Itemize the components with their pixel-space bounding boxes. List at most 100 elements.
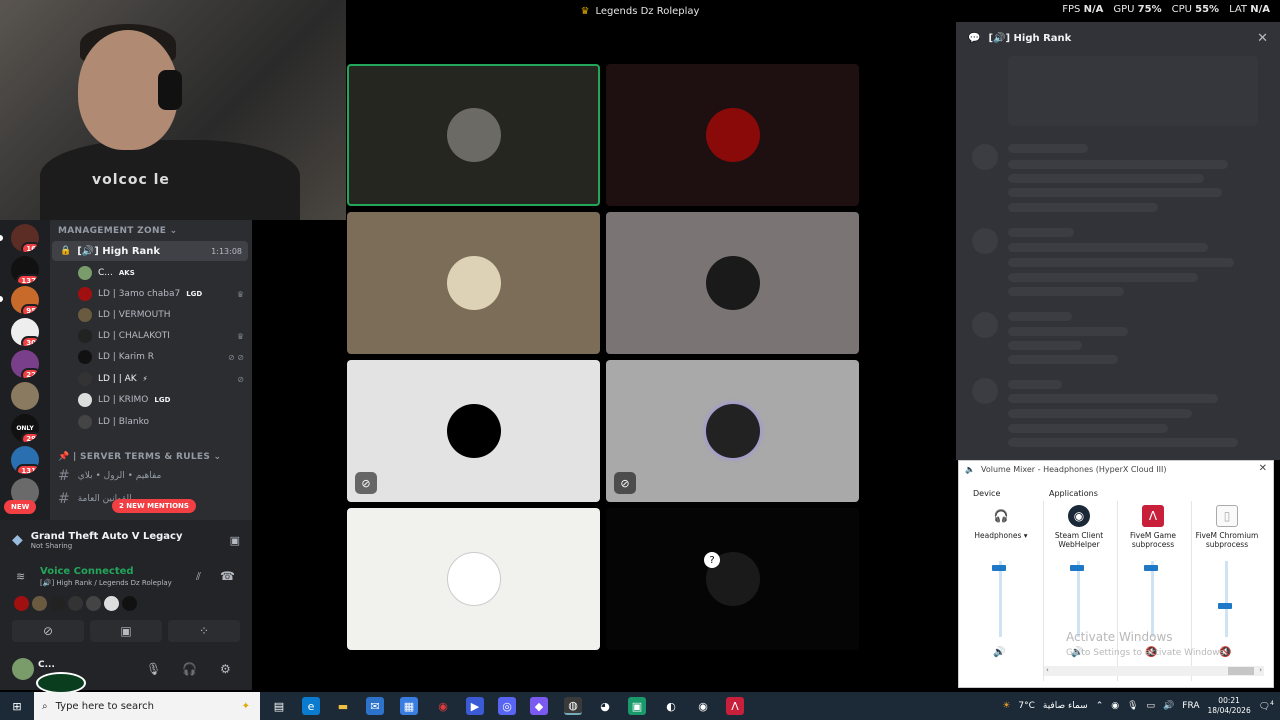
server-icon[interactable]: ONLY 29 — [11, 414, 39, 442]
participant-tile[interactable] — [347, 508, 600, 650]
chat-title: [🔊] High Rank — [988, 32, 1072, 44]
muted-icon: ⊘ — [237, 374, 244, 384]
voice-member[interactable]: LD | | AK ⚡ ⊘ — [78, 370, 244, 388]
task-view-icon[interactable]: ▤ — [270, 697, 288, 715]
windows-taskbar: ⊞ ⌕ Type here to search ✦ ▤ e ▬ ✉ ▦ ◉ ▶ ◎ … — [0, 692, 1280, 720]
category-header[interactable]: MANAGEMENT ZONE ⌄ — [58, 226, 178, 236]
avatar — [705, 108, 760, 162]
crown-icon: ♛ — [236, 331, 244, 341]
fps-stat: FPS N/A — [1062, 4, 1104, 15]
chrome-icon[interactable]: ◍ — [564, 697, 582, 715]
participant-tile[interactable]: ⊘ — [347, 360, 600, 502]
category-header[interactable]: 📌 | SERVER TERMS & RULES ⌄ — [58, 452, 221, 462]
app-icon[interactable]: ◕ — [596, 697, 614, 715]
weather-temp: 7°C — [1018, 701, 1035, 711]
microphone-icon[interactable]: 🎙 — [146, 662, 161, 676]
voice-channel-high-rank[interactable]: 🔒 [🔊] High Rank 1:13:08 — [52, 241, 248, 261]
disconnect-icon[interactable]: ☎ — [220, 569, 235, 583]
app-icon[interactable]: ▶ — [466, 697, 484, 715]
headphones-icon[interactable]: 🎧 — [182, 662, 197, 676]
server-icon[interactable]: 95 — [11, 286, 39, 314]
new-badge[interactable]: NEW — [4, 500, 37, 514]
question-icon: ? — [704, 552, 720, 568]
participant-tile[interactable] — [606, 212, 859, 354]
weather-desc: سماء صافية — [1042, 701, 1088, 711]
horizontal-scrollbar[interactable]: ‹ › — [1044, 666, 1264, 676]
chat-bubble-icon: 💬 — [968, 32, 981, 44]
voice-member[interactable]: LD | CHALAKOTI ♛ — [78, 327, 244, 345]
server-icon[interactable]: 16 — [11, 224, 39, 252]
app-volume-slider[interactable] — [1218, 602, 1232, 609]
voice-member[interactable]: LD | Karim R ⊘ ⊘ — [78, 348, 244, 366]
server-icon[interactable]: 30 — [11, 318, 39, 346]
device-volume-slider[interactable] — [992, 564, 1006, 571]
taskbar-search[interactable]: ⌕ Type here to search ✦ — [34, 692, 260, 720]
headset-icon — [158, 70, 182, 110]
app-icon[interactable]: ◉ — [434, 697, 452, 715]
app-icon[interactable]: ▣ — [628, 697, 646, 715]
server-icon[interactable]: 22 — [11, 350, 39, 378]
speaker-icon[interactable]: 🔊 — [993, 647, 1005, 658]
server-icon[interactable]: 137 — [11, 256, 39, 284]
discord-icon[interactable]: ◎ — [498, 697, 516, 715]
clock[interactable]: 00:21 18/04/2026 — [1208, 696, 1251, 716]
voice-member[interactable]: LD | 3amo chaba7 LGD ♛ — [78, 285, 244, 303]
screen-share-button[interactable]: ▣ — [90, 620, 162, 642]
camera-button[interactable]: ⊘ — [12, 620, 84, 642]
text-channel[interactable]: # مفاهيم • الرول • بلاي — [58, 467, 248, 485]
username[interactable]: C... — [38, 660, 55, 670]
hash-icon: # — [58, 468, 70, 484]
server-icon[interactable] — [11, 382, 39, 410]
chevron-down-icon: ⌄ — [213, 452, 222, 462]
volume-icon[interactable]: 🔊 — [1163, 701, 1174, 711]
close-icon[interactable]: ✕ — [1257, 31, 1268, 46]
avatar — [446, 256, 501, 310]
avatar[interactable] — [12, 658, 34, 680]
lock-icon: 🔒 — [60, 246, 72, 256]
windows-start-icon[interactable]: ⊞ — [8, 697, 26, 715]
crown-icon: ♛ — [236, 289, 244, 299]
voice-member[interactable]: C... AKS — [78, 264, 244, 282]
webcam-feed: volcoc le — [0, 0, 346, 220]
language-indicator[interactable]: FRA — [1182, 701, 1199, 711]
screen-share-icon[interactable]: ▣ — [230, 534, 240, 547]
applications-label: Applications — [1049, 489, 1098, 498]
close-icon[interactable]: ✕ — [1259, 463, 1267, 474]
gpu-stat: GPU 75% — [1113, 4, 1162, 15]
notification-icon[interactable]: 🗨4 — [1259, 700, 1274, 712]
new-mentions-button[interactable]: 2 NEW MENTIONS — [112, 499, 196, 513]
participant-tile[interactable] — [606, 64, 859, 206]
avatar — [446, 108, 501, 162]
participant-tile[interactable] — [347, 212, 600, 354]
chevron-down-icon: ⌄ — [169, 226, 178, 236]
voice-member[interactable]: LD | Blanko — [78, 413, 244, 431]
app-icon[interactable]: ◐ — [662, 697, 680, 715]
participant-tile[interactable] — [347, 64, 600, 206]
cpu-stat: CPU 55% — [1171, 4, 1220, 15]
app-volume-slider[interactable] — [1070, 564, 1084, 571]
voice-member[interactable]: LD | VERMOUTH — [78, 306, 244, 324]
edge-icon[interactable]: e — [302, 697, 320, 715]
noise-suppression-icon[interactable]: ⫽ — [196, 570, 201, 584]
app-volume-slider[interactable] — [1144, 564, 1158, 571]
voice-member[interactable]: LD | KRIMO LGD — [78, 391, 244, 409]
unread-indicator — [0, 296, 3, 302]
steam-icon[interactable]: ◉ — [694, 697, 712, 715]
share-status: Not Sharing — [30, 541, 73, 550]
chevron-up-icon[interactable]: ⌃ — [1096, 701, 1104, 711]
folder-icon[interactable]: ▬ — [334, 697, 352, 715]
crown-icon: ♛ — [580, 5, 590, 17]
device-dropdown[interactable]: Headphones ▾ — [965, 531, 1037, 540]
store-icon[interactable]: ▦ — [400, 697, 418, 715]
avatar — [705, 256, 760, 310]
participant-tile[interactable]: ? — [606, 508, 859, 650]
fivem-icon[interactable]: Λ — [726, 697, 744, 715]
mail-icon[interactable]: ✉ — [366, 697, 384, 715]
activate-windows-hint: Go to Settings to activate Windows. — [1066, 648, 1228, 658]
app-icon[interactable]: ◆ — [530, 697, 548, 715]
server-icon[interactable]: 131 — [11, 446, 39, 474]
activities-button[interactable]: ⁘ — [168, 620, 240, 642]
gear-icon[interactable]: ⚙ — [220, 662, 231, 676]
participant-tile[interactable]: ⊘ — [606, 360, 859, 502]
channel-list: MANAGEMENT ZONE ⌄ 🔒 [🔊] High Rank 1:13:0… — [50, 220, 252, 520]
